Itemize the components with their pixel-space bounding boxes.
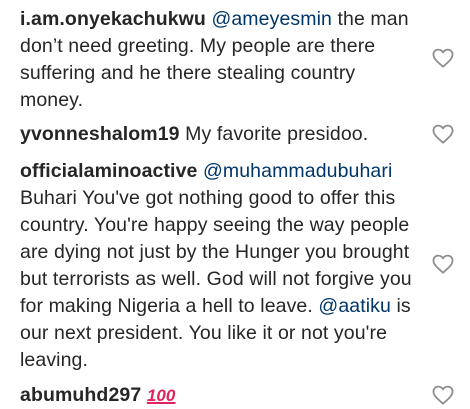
comment-text: My favorite presidoo. — [179, 123, 369, 145]
comment-3: officialaminoactive @muhammadubuhari Buh… — [20, 158, 420, 374]
comment-username[interactable]: abumuhd297 — [20, 384, 141, 406]
comment-mention[interactable]: @ameyesmin — [211, 8, 332, 30]
like-button[interactable] — [432, 124, 454, 144]
comment-mention[interactable]: @muhammadubuhari — [203, 160, 392, 182]
comment-username[interactable]: yvonneshalom19 — [20, 123, 180, 145]
like-button[interactable] — [432, 385, 454, 405]
heart-icon — [432, 124, 454, 144]
comment-4: abumuhd297 100 — [20, 382, 420, 409]
heart-icon — [432, 385, 454, 405]
like-button[interactable] — [432, 254, 454, 274]
comment-username[interactable]: officialaminoactive — [20, 160, 197, 182]
comment-mention[interactable]: @aatiku — [318, 295, 391, 317]
heart-icon — [432, 254, 454, 274]
heart-icon — [432, 48, 454, 68]
hundred-points-emoji: 100 — [146, 386, 176, 405]
like-button[interactable] — [432, 48, 454, 68]
comment-username[interactable]: i.am.onyekachukwu — [20, 8, 206, 30]
comment-2: yvonneshalom19 My favorite presidoo. — [20, 121, 420, 148]
comment-1: i.am.onyekachukwu @ameyesmin the man don… — [20, 6, 420, 114]
